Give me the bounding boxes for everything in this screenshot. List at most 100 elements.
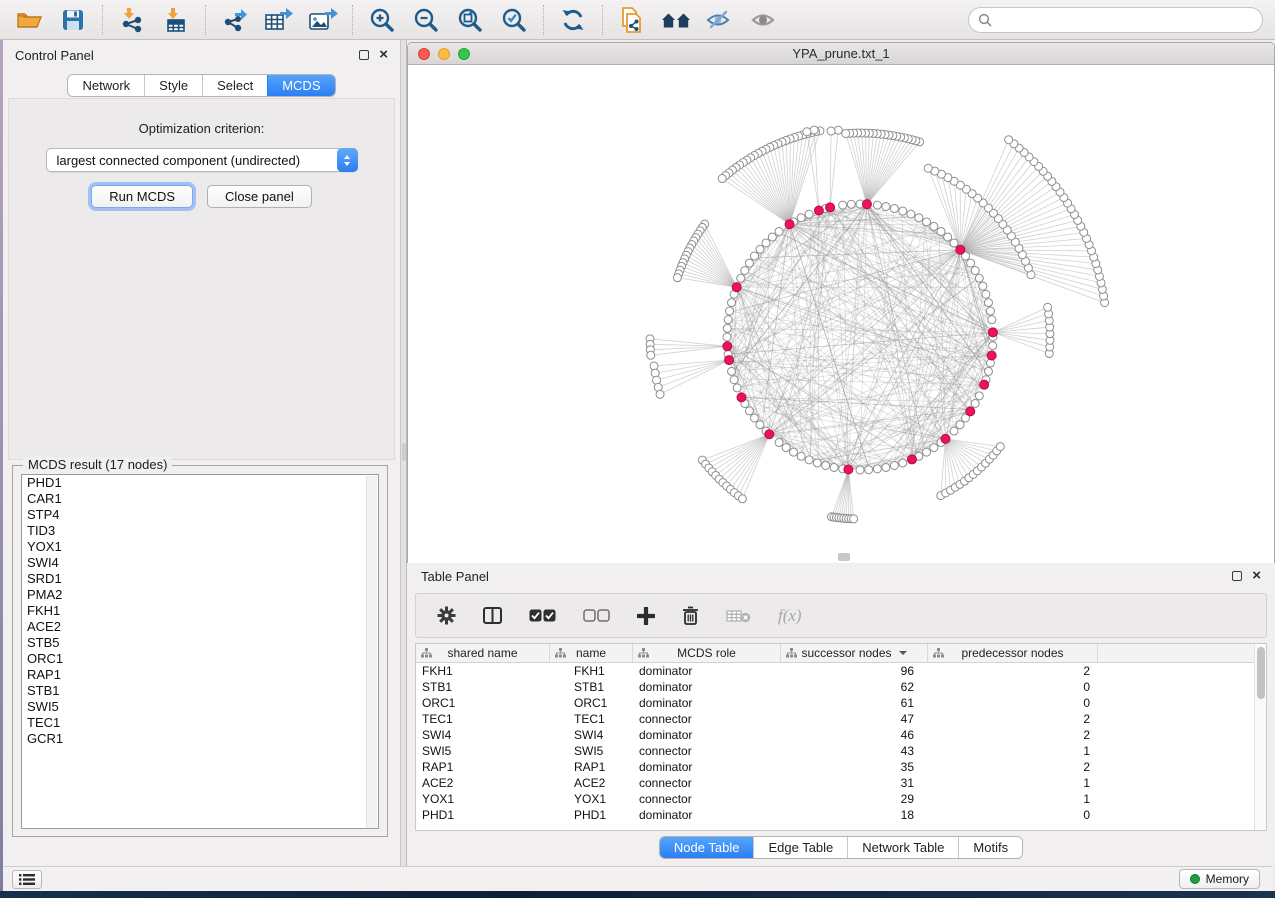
network-node[interactable] — [930, 222, 938, 230]
network-node[interactable] — [805, 456, 813, 464]
tab-network-table[interactable]: Network Table — [847, 837, 958, 858]
mcds-result-item[interactable]: PMA2 — [22, 587, 378, 603]
network-leaf-node[interactable] — [924, 164, 932, 172]
network-dominator-node[interactable] — [765, 430, 774, 439]
memory-button[interactable]: Memory — [1179, 869, 1260, 889]
network-node[interactable] — [726, 307, 734, 315]
hide-selected-button[interactable] — [705, 5, 735, 35]
network-leaf-node[interactable] — [803, 128, 811, 136]
zoom-selected-button[interactable] — [499, 5, 529, 35]
column-header-MCDS-role[interactable]: MCDS role — [633, 644, 781, 662]
network-node[interactable] — [986, 307, 994, 315]
column-header-predecessor-nodes[interactable]: predecessor nodes — [928, 644, 1098, 662]
network-node[interactable] — [950, 239, 958, 247]
mcds-result-item[interactable]: SWI5 — [22, 699, 378, 715]
network-node[interactable] — [741, 267, 749, 275]
mcds-result-list[interactable]: PHD1CAR1STP4TID3YOX1SWI4SRD1PMA2FKH1ACE2… — [21, 474, 379, 829]
float-panel-icon[interactable] — [1232, 571, 1242, 581]
network-dominator-node[interactable] — [732, 283, 741, 292]
column-header-name[interactable]: name — [550, 644, 633, 662]
network-leaf-node[interactable] — [996, 443, 1004, 451]
search-box[interactable] — [968, 7, 1263, 33]
network-dominator-node[interactable] — [826, 203, 835, 212]
show-all-button[interactable] — [749, 5, 779, 35]
network-node[interactable] — [745, 259, 753, 267]
mcds-result-item[interactable]: ORC1 — [22, 651, 378, 667]
network-node[interactable] — [956, 421, 964, 429]
network-node[interactable] — [882, 203, 890, 211]
float-panel-icon[interactable] — [359, 50, 369, 60]
mcds-result-item[interactable]: STB1 — [22, 683, 378, 699]
network-node[interactable] — [890, 205, 898, 213]
export-image-button[interactable] — [308, 5, 338, 35]
network-node[interactable] — [724, 316, 732, 324]
network-node[interactable] — [984, 299, 992, 307]
mcds-result-item[interactable]: FKH1 — [22, 603, 378, 619]
network-node[interactable] — [750, 414, 758, 422]
tab-edge-table[interactable]: Edge Table — [753, 837, 847, 858]
network-node[interactable] — [982, 290, 990, 298]
mcds-result-item[interactable]: PHD1 — [22, 475, 378, 491]
network-canvas[interactable] — [408, 65, 1274, 563]
canvas-scrollbar-thumb[interactable] — [838, 553, 850, 561]
network-node[interactable] — [873, 201, 881, 209]
network-leaf-node[interactable] — [827, 127, 835, 135]
network-node[interactable] — [768, 233, 776, 241]
network-node[interactable] — [971, 400, 979, 408]
network-dominator-node[interactable] — [941, 434, 950, 443]
add-column-button[interactable] — [637, 607, 655, 625]
close-panel-icon[interactable]: × — [379, 50, 388, 60]
table-row[interactable]: SWI4SWI4dominator462 — [416, 727, 1266, 743]
task-history-button[interactable] — [12, 870, 42, 889]
network-node[interactable] — [723, 333, 731, 341]
network-window-titlebar[interactable]: YPA_prune.txt_1 — [408, 43, 1274, 65]
network-dominator-node[interactable] — [725, 356, 734, 365]
network-node[interactable] — [839, 201, 847, 209]
table-scrollbar-thumb[interactable] — [1257, 647, 1265, 699]
network-node[interactable] — [930, 444, 938, 452]
network-node[interactable] — [813, 459, 821, 467]
network-node[interactable] — [988, 316, 996, 324]
network-leaf-node[interactable] — [810, 126, 818, 134]
network-node[interactable] — [782, 444, 790, 452]
network-node[interactable] — [730, 376, 738, 384]
network-dominator-node[interactable] — [862, 200, 871, 209]
tab-motifs[interactable]: Motifs — [958, 837, 1022, 858]
network-node[interactable] — [805, 210, 813, 218]
network-node[interactable] — [984, 367, 992, 375]
network-node[interactable] — [899, 459, 907, 467]
network-node[interactable] — [937, 227, 945, 235]
table-row[interactable]: ORC1ORC1dominator610 — [416, 695, 1266, 711]
table-row[interactable]: ACE2ACE2connector311 — [416, 775, 1266, 791]
network-dominator-node[interactable] — [988, 328, 997, 337]
network-leaf-node[interactable] — [647, 351, 655, 359]
network-node[interactable] — [975, 392, 983, 400]
network-graph[interactable] — [408, 65, 1274, 563]
search-input[interactable] — [992, 13, 1262, 28]
network-node[interactable] — [989, 342, 997, 350]
delete-table-button[interactable] — [726, 609, 751, 623]
first-neighbors-button[interactable] — [661, 5, 691, 35]
column-header-successor-nodes[interactable]: successor nodes — [781, 644, 928, 662]
tab-style[interactable]: Style — [144, 75, 202, 96]
mcds-list-scrollbar[interactable] — [366, 476, 377, 829]
network-dominator-node[interactable] — [907, 455, 916, 464]
save-session-button[interactable] — [58, 5, 88, 35]
network-node[interactable] — [797, 452, 805, 460]
import-table-button[interactable] — [161, 5, 191, 35]
network-node[interactable] — [756, 421, 764, 429]
network-dominator-node[interactable] — [980, 380, 989, 389]
tab-select[interactable]: Select — [202, 75, 267, 96]
network-node[interactable] — [775, 227, 783, 235]
network-node[interactable] — [865, 466, 873, 474]
network-leaf-node[interactable] — [718, 175, 726, 183]
network-node[interactable] — [882, 463, 890, 471]
network-dominator-node[interactable] — [956, 245, 965, 254]
network-leaf-node[interactable] — [650, 362, 658, 370]
network-leaf-node[interactable] — [1044, 303, 1052, 311]
split-pane-divider[interactable] — [400, 40, 407, 866]
network-node[interactable] — [967, 259, 975, 267]
network-node[interactable] — [733, 384, 741, 392]
network-dominator-node[interactable] — [814, 206, 823, 215]
network-node[interactable] — [856, 466, 864, 474]
